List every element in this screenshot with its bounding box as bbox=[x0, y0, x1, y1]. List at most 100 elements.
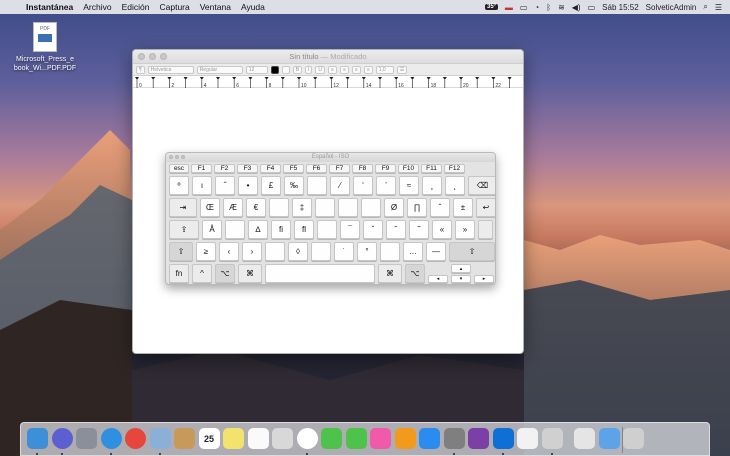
keyboard-key[interactable]: ¸ bbox=[422, 176, 442, 195]
menu-ventana[interactable]: Ventana bbox=[200, 2, 231, 12]
siri-icon[interactable] bbox=[51, 428, 73, 449]
teamviewer-icon[interactable] bbox=[492, 428, 514, 449]
caps-lock-key[interactable]: ⇪ bbox=[169, 220, 199, 239]
tab-stop-marker[interactable] bbox=[216, 77, 220, 80]
menu-ayuda[interactable]: Ayuda bbox=[241, 2, 265, 12]
keyboard-key[interactable]: ≈ bbox=[399, 176, 419, 195]
tab-stop-marker[interactable] bbox=[264, 77, 269, 80]
tab-key[interactable]: ⇥ bbox=[169, 198, 197, 217]
keyboard-key[interactable]: ﬁ bbox=[271, 220, 291, 239]
time-machine-icon[interactable]: ◔ bbox=[534, 3, 539, 12]
keyboard-key[interactable]: ≥ bbox=[196, 242, 216, 261]
tab-stop-marker[interactable] bbox=[507, 77, 512, 80]
onenote-icon[interactable] bbox=[468, 428, 489, 449]
keyboard-key[interactable]: Æ bbox=[223, 198, 243, 217]
volume-icon[interactable]: ◀) bbox=[572, 3, 581, 12]
desktop-pdf-file[interactable]: PDF Microsoft_Press_e book_Wi...PDF.PDF bbox=[10, 22, 80, 73]
keyboard-key[interactable]: Œ bbox=[200, 198, 220, 217]
tab-stop-marker[interactable] bbox=[280, 77, 285, 80]
tab-stop-marker[interactable] bbox=[167, 77, 172, 80]
keyboard-key[interactable]: ∏ bbox=[407, 198, 427, 217]
tab-stop-marker[interactable] bbox=[345, 77, 350, 80]
keyboard-key[interactable]: ˛ bbox=[445, 176, 465, 195]
function-key-f9[interactable]: F9 bbox=[375, 164, 396, 173]
notes-icon[interactable] bbox=[174, 428, 195, 449]
tab-stop-marker[interactable] bbox=[248, 77, 253, 80]
font-size-select[interactable]: 12 bbox=[245, 65, 268, 74]
tab-stop-marker[interactable] bbox=[378, 77, 382, 80]
list-style-select[interactable]: ☰ bbox=[396, 65, 408, 74]
messages-icon[interactable] bbox=[321, 428, 342, 449]
keyboard-key[interactable]: º bbox=[169, 176, 189, 195]
keyboard-key[interactable] bbox=[317, 220, 337, 239]
right-command-key[interactable]: ⌘ bbox=[378, 264, 402, 283]
align-right-button[interactable]: ≡ bbox=[351, 65, 361, 74]
tab-stop-marker[interactable] bbox=[199, 77, 204, 80]
highlight-color-swatch[interactable] bbox=[281, 65, 290, 74]
bold-button[interactable]: B bbox=[292, 65, 303, 74]
textedit-icon[interactable] bbox=[517, 428, 538, 449]
photo-booth-icon[interactable] bbox=[272, 428, 293, 449]
tab-stop-marker[interactable] bbox=[183, 77, 188, 80]
keyboard-key[interactable]: Ø bbox=[384, 198, 404, 217]
bluetooth-icon[interactable]: ᛒ bbox=[546, 3, 551, 12]
stickies-icon[interactable] bbox=[223, 428, 244, 449]
keyboard-key[interactable]: ° bbox=[357, 242, 377, 261]
tab-stop-marker[interactable] bbox=[410, 77, 415, 80]
app-menu[interactable]: Instantánea bbox=[26, 2, 73, 12]
keyboard-key[interactable]: • bbox=[238, 176, 258, 195]
app-store-icon[interactable] bbox=[419, 428, 440, 449]
tab-stop-marker[interactable] bbox=[151, 77, 156, 80]
justify-button[interactable]: ≡ bbox=[363, 65, 373, 74]
left-option-key[interactable]: ⌥ bbox=[215, 264, 235, 283]
esc-key[interactable]: esc bbox=[169, 164, 189, 173]
keyboard-key[interactable] bbox=[269, 198, 289, 217]
screen-mirror-icon[interactable]: ▭ bbox=[520, 3, 528, 12]
arrow-left-key[interactable]: ◂ bbox=[428, 275, 448, 283]
keyboard-close-button[interactable] bbox=[169, 155, 173, 159]
keyboard-key[interactable] bbox=[225, 220, 245, 239]
downloads-folder-icon[interactable] bbox=[598, 428, 620, 449]
menu-archivo[interactable]: Archivo bbox=[83, 2, 111, 12]
line-spacing-select[interactable]: 1,0 bbox=[375, 65, 394, 74]
keyboard-key[interactable]: ’ bbox=[376, 176, 396, 195]
tab-stop-marker[interactable] bbox=[297, 77, 301, 80]
photos-icon[interactable] bbox=[296, 428, 318, 449]
tab-stop-marker[interactable] bbox=[442, 77, 447, 80]
left-shift-key[interactable]: ⇧ bbox=[169, 242, 193, 261]
keyboard-key[interactable]: ˇ bbox=[363, 220, 383, 239]
tab-stop-marker[interactable] bbox=[426, 77, 431, 80]
function-key-f11[interactable]: F11 bbox=[421, 164, 442, 173]
tab-stop-marker[interactable] bbox=[135, 77, 139, 80]
right-shift-key[interactable]: ⇧ bbox=[449, 242, 495, 261]
keyboard-key[interactable]: ¯ bbox=[340, 220, 360, 239]
arrow-down-key[interactable]: ▾ bbox=[451, 275, 471, 283]
close-button[interactable] bbox=[138, 53, 145, 60]
temperature-badge[interactable]: 35º bbox=[484, 4, 498, 10]
keyboard-key[interactable]: ﬂ bbox=[294, 220, 314, 239]
italic-button[interactable]: I bbox=[305, 65, 313, 74]
function-key-f7[interactable]: F7 bbox=[329, 164, 350, 173]
keyboard-key[interactable]: ⁄ bbox=[330, 176, 350, 195]
keyboard-key[interactable]: € bbox=[246, 198, 266, 217]
function-key-f4[interactable]: F4 bbox=[260, 164, 281, 173]
keyboard-key[interactable]: ‹ bbox=[219, 242, 239, 261]
flag-icon[interactable]: ▬ bbox=[505, 3, 513, 12]
keyboard-key[interactable] bbox=[307, 176, 327, 195]
notification-center-icon[interactable]: ☰ bbox=[715, 3, 722, 12]
text-color-swatch[interactable] bbox=[270, 65, 279, 74]
preview-app-icon[interactable] bbox=[541, 428, 563, 449]
return-key-lower[interactable] bbox=[478, 220, 493, 239]
zoom-button[interactable] bbox=[160, 53, 167, 60]
arrow-up-key[interactable]: ▴ bbox=[451, 264, 471, 273]
tab-stop-marker[interactable] bbox=[475, 77, 480, 80]
function-key-f8[interactable]: F8 bbox=[352, 164, 373, 173]
return-key[interactable]: ↩ bbox=[476, 198, 495, 217]
keyboard-key[interactable]: ◊ bbox=[288, 242, 308, 261]
tab-stop-marker[interactable] bbox=[394, 77, 399, 80]
keyboard-viewer-titlebar[interactable]: Español - ISO bbox=[166, 153, 495, 162]
ruler[interactable]: 0 2 4 6 8 10 12 14 16 18 20 22 bbox=[133, 76, 523, 88]
right-option-key[interactable]: ⌥ bbox=[405, 264, 425, 283]
keyboard-key[interactable] bbox=[338, 198, 358, 217]
keyboard-key[interactable]: ˝ bbox=[215, 176, 235, 195]
